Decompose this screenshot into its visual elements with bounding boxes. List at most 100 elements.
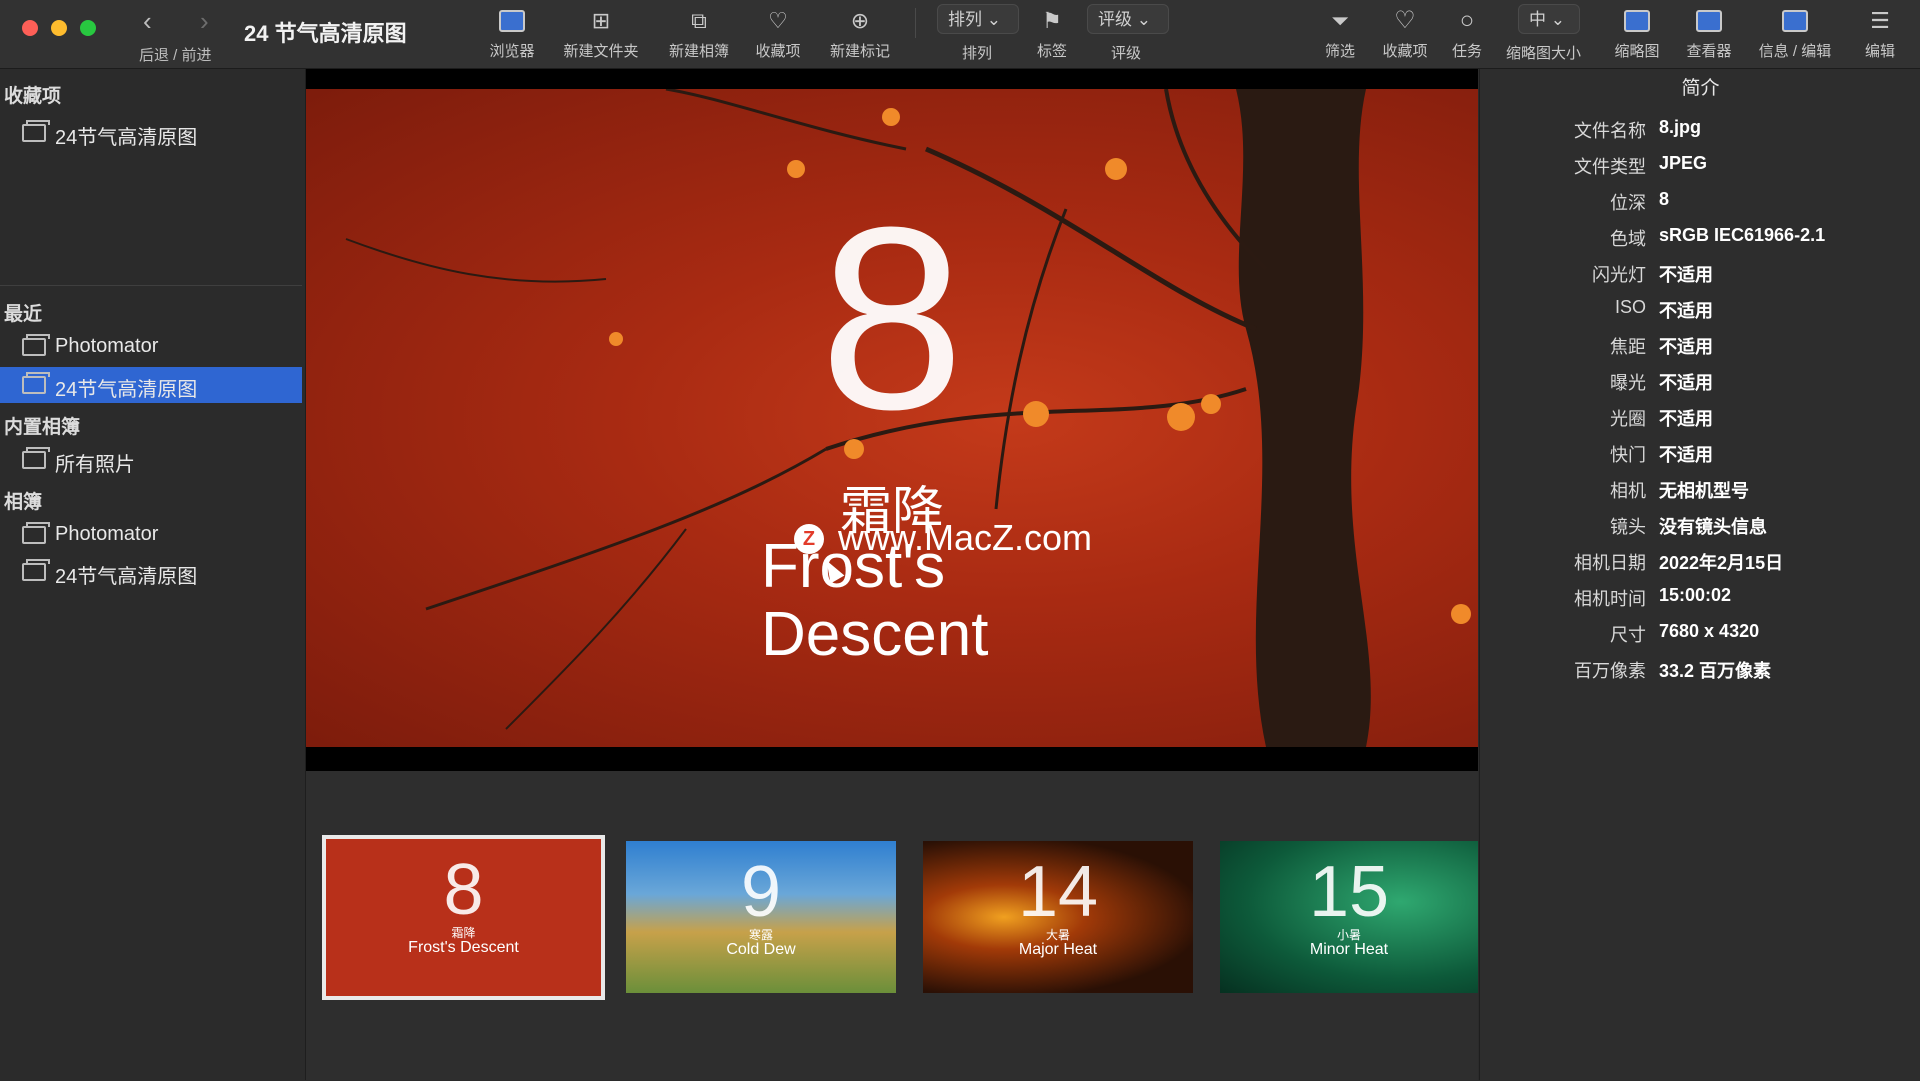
folder-plus-icon: ⊞	[591, 8, 611, 33]
section-header-recent: 最近	[4, 304, 43, 325]
sidebar-item-favorite-album[interactable]: 24节气高清原图	[0, 115, 302, 151]
info-key: 位深	[1610, 193, 1646, 213]
rating-dropdown[interactable]: 评级 ⌄	[1087, 4, 1169, 34]
solar-term-en-line2: Descent	[761, 600, 989, 669]
tasks-button[interactable]: ○ 任务	[1449, 0, 1485, 68]
preview-image[interactable]: 8 霜降 Frost's Descent Z www.MacZ.com	[306, 89, 1478, 747]
info-row: 相机日期 2022年2月15日	[1480, 545, 1920, 575]
funnel-icon: ⏷	[1331, 8, 1349, 33]
preview-frame: 8 霜降 Frost's Descent Z www.MacZ.com	[306, 69, 1478, 771]
watermark-badge-icon: Z	[794, 524, 824, 554]
info-row: 尺寸 7680 x 4320	[1480, 617, 1920, 647]
viewer: 8 霜降 Frost's Descent Z www.MacZ.com 8 霜降…	[306, 69, 1478, 1080]
info-key: 文件类型	[1574, 157, 1646, 177]
filter-button[interactable]: ⏷ 筛选	[1322, 0, 1358, 68]
info-row: 位深 8	[1480, 185, 1920, 215]
window-minimize-button[interactable]	[51, 20, 67, 36]
info-value: 不适用	[1659, 265, 1713, 285]
info-row: 百万像素 33.2 百万像素	[1480, 653, 1920, 683]
info-edit-button[interactable]: 信息 / 编辑	[1754, 0, 1836, 68]
new-album-button[interactable]: ⧉ 新建相簿	[664, 0, 734, 68]
flag-icon: ⚑	[1042, 8, 1062, 33]
info-row: 镜头 没有镜头信息	[1480, 509, 1920, 539]
chevron-down-icon: ⌄	[1550, 10, 1565, 29]
sidebar-divider	[0, 285, 302, 286]
sort-label: 排列	[962, 45, 993, 62]
sidebar-item-all-photos[interactable]: 所有照片	[0, 442, 302, 478]
info-key: 百万像素	[1574, 661, 1646, 681]
info-row: ISO 不适用	[1480, 293, 1920, 323]
sidebar-item-recent-album[interactable]: 24节气高清原图	[0, 367, 302, 403]
thumbnail-item[interactable]: 8 霜降 Frost's Descent	[322, 835, 605, 1000]
edit-button[interactable]: ☰ 编辑	[1860, 0, 1900, 68]
forward-chevron-icon[interactable]: ›	[200, 6, 209, 37]
sort-dropdown[interactable]: 排列 ⌄	[937, 4, 1019, 34]
thumbnail-item[interactable]: 15 小暑 Minor Heat	[1220, 841, 1478, 993]
info-row: 快门 不适用	[1480, 437, 1920, 467]
info-row: 相机 无相机型号	[1480, 473, 1920, 503]
photos-icon	[22, 447, 50, 469]
thumbnail-size-label: 缩略图大小	[1506, 45, 1582, 62]
info-value: 不适用	[1659, 445, 1713, 465]
viewer-icon	[1682, 6, 1736, 36]
info-panel: 简介 文件名称 8.jpg 文件类型 JPEG 位深 8 色域 sRGB IEC61966-2…	[1479, 69, 1920, 1080]
info-value: 不适用	[1659, 301, 1713, 321]
info-key: 相机日期	[1574, 553, 1646, 573]
favorites-button[interactable]: ♡ 收藏项	[751, 0, 805, 68]
info-panel-title: 简介	[1681, 78, 1720, 99]
info-value: 8	[1659, 189, 1670, 209]
info-row: 文件名称 8.jpg	[1480, 113, 1920, 143]
info-value: sRGB IEC61966-2.1	[1659, 225, 1826, 245]
favorites-filter-button[interactable]: ♡ 收藏项	[1378, 0, 1432, 68]
album-icon	[22, 372, 50, 394]
window-close-button[interactable]	[22, 20, 38, 36]
info-key: 色域	[1610, 229, 1646, 249]
filmstrip: 8 霜降 Frost's Descent 9 寒露 Cold Dew 14 大暑…	[306, 835, 1478, 1081]
info-key: 文件名称	[1574, 121, 1646, 141]
info-key: 焦距	[1610, 337, 1646, 357]
sidebar-item-recent-photomator[interactable]: Photomator	[0, 329, 302, 365]
section-header-builtin: 内置相簿	[4, 417, 81, 438]
album-icon	[22, 120, 50, 142]
back-chevron-icon[interactable]: ‹	[143, 6, 152, 37]
album-icon	[22, 559, 50, 581]
info-key: 尺寸	[1610, 625, 1646, 645]
watermark-text: www.MacZ.com	[838, 517, 1093, 558]
browser-button[interactable]: 浏览器	[486, 0, 538, 68]
info-key: 相机	[1610, 481, 1646, 501]
info-row: 曝光 不适用	[1480, 365, 1920, 395]
info-key: 快门	[1610, 445, 1646, 465]
info-value: 15:00:02	[1659, 585, 1732, 605]
info-value: 2022年2月15日	[1659, 553, 1784, 573]
info-value: 没有镜头信息	[1659, 517, 1767, 537]
viewer-button[interactable]: 查看器	[1682, 0, 1736, 68]
info-key: 曝光	[1610, 373, 1646, 393]
sidebar-item-album-photomator[interactable]: Photomator	[0, 517, 302, 553]
window-zoom-button[interactable]	[80, 20, 96, 36]
marker-plus-icon: ⊕	[850, 8, 870, 33]
thumbnail-size-dropdown[interactable]: 中 ⌄	[1518, 4, 1580, 34]
album-plus-icon: ⧉	[691, 8, 707, 33]
new-marker-button[interactable]: ⊕ 新建标记	[824, 0, 896, 68]
info-value: JPEG	[1659, 153, 1708, 173]
circle-icon: ○	[1459, 7, 1475, 34]
sidebar: 收藏项 24节气高清原图 最近 Photomator 24节气高清原图 内置相簿…	[0, 69, 306, 1080]
info-value: 不适用	[1659, 373, 1713, 393]
rating-label: 评级	[1111, 45, 1142, 62]
new-folder-button[interactable]: ⊞ 新建文件夹	[557, 0, 645, 68]
thumbnail-item[interactable]: 14 大暑 Major Heat	[923, 841, 1193, 993]
section-header-favorites: 收藏项	[4, 86, 62, 107]
solar-term-number: 8	[819, 174, 965, 464]
info-row: 闪光灯 不适用	[1480, 257, 1920, 287]
sidebar-item-album-24jieqi[interactable]: 24节气高清原图	[0, 554, 302, 590]
info-value: 33.2 百万像素	[1659, 661, 1772, 681]
browser-icon	[486, 6, 538, 36]
info-key: 镜头	[1610, 517, 1646, 537]
thumbnail-item[interactable]: 9 寒露 Cold Dew	[626, 841, 896, 993]
tag-button[interactable]: ⚑ 标签	[1036, 0, 1068, 68]
info-key: 光圈	[1610, 409, 1646, 429]
thumbnails-view-button[interactable]: 缩略图	[1610, 0, 1664, 68]
chevron-down-icon: ⌄	[1136, 10, 1151, 29]
heart-box-icon: ♡	[768, 8, 788, 33]
info-key: 相机时间	[1574, 589, 1646, 609]
